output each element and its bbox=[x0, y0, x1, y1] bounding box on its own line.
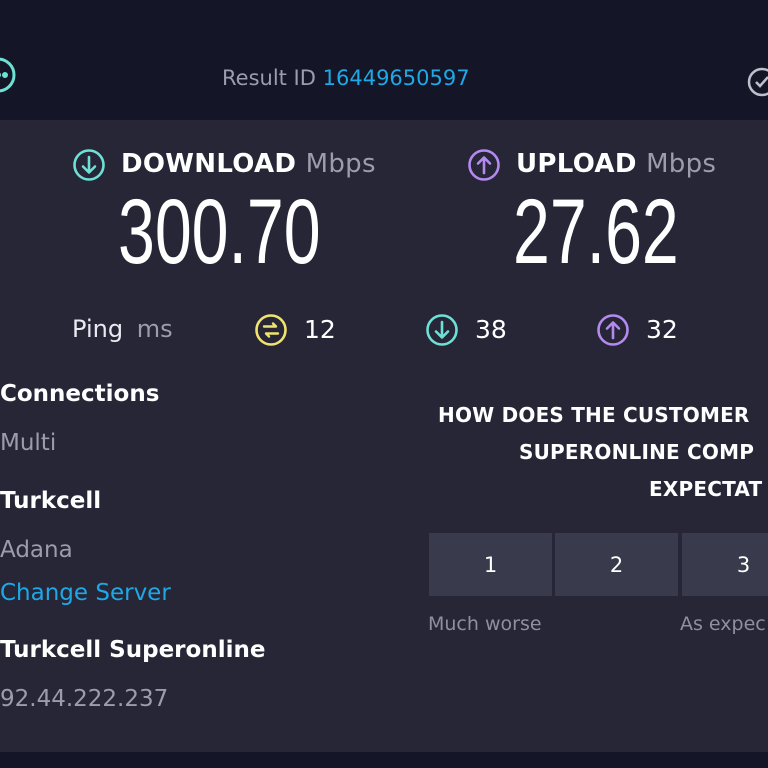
result-id-label: Result ID bbox=[222, 66, 316, 90]
download-unit: Mbps bbox=[305, 149, 376, 179]
ping-unit: ms bbox=[136, 315, 173, 343]
isp-ip-address: 92.44.222.237 bbox=[0, 686, 169, 712]
upload-unit: Mbps bbox=[646, 149, 717, 179]
rating-option-3[interactable]: 3 bbox=[682, 533, 768, 596]
download-heading: DOWNLOAD Mbps bbox=[121, 149, 376, 179]
ping-download-icon bbox=[425, 313, 459, 347]
survey-question-line-1: HOW DOES THE CUSTOMER bbox=[438, 403, 750, 427]
download-icon bbox=[72, 148, 106, 182]
upload-heading: UPLOAD Mbps bbox=[516, 149, 716, 179]
ping-download-value: 38 bbox=[475, 315, 507, 344]
upload-label: UPLOAD bbox=[516, 149, 637, 179]
isp-name: Turkcell Superonline bbox=[0, 637, 266, 663]
server-location: Adana bbox=[0, 537, 73, 563]
survey-question-line-2: SUPERONLINE COMP bbox=[519, 440, 755, 464]
server-name: Turkcell bbox=[0, 488, 102, 514]
speedtest-result-page: Result ID 16449650597 DOWNLOAD Mbps 300.… bbox=[0, 0, 768, 768]
ping-heading: Ping ms bbox=[72, 315, 173, 343]
change-server-link[interactable]: Change Server bbox=[0, 580, 171, 606]
connections-title: Connections bbox=[0, 381, 160, 407]
result-id-row: Result ID 16449650597 bbox=[222, 66, 470, 90]
bottom-divider bbox=[0, 752, 768, 768]
share-icon[interactable] bbox=[0, 55, 18, 95]
connections-value: Multi bbox=[0, 430, 57, 456]
survey-question-line-3: EXPECTAT bbox=[649, 477, 763, 501]
ping-upload-icon bbox=[596, 313, 630, 347]
scale-label-mid: As expec bbox=[680, 613, 766, 635]
upload-icon bbox=[467, 148, 501, 182]
result-header-bar bbox=[0, 0, 768, 120]
rating-option-2[interactable]: 2 bbox=[555, 533, 678, 596]
ping-idle-value: 12 bbox=[304, 315, 336, 344]
upload-speed-value: 27.62 bbox=[513, 181, 679, 283]
ping-upload-value: 32 bbox=[646, 315, 678, 344]
check-circle-icon[interactable] bbox=[746, 66, 768, 98]
download-speed-value: 300.70 bbox=[118, 181, 321, 283]
download-label: DOWNLOAD bbox=[121, 149, 297, 179]
rating-option-1[interactable]: 1 bbox=[429, 533, 552, 596]
ping-label: Ping bbox=[72, 315, 124, 343]
idle-latency-icon bbox=[254, 313, 288, 347]
result-id-link[interactable]: 16449650597 bbox=[323, 66, 470, 90]
scale-label-low: Much worse bbox=[428, 613, 542, 635]
